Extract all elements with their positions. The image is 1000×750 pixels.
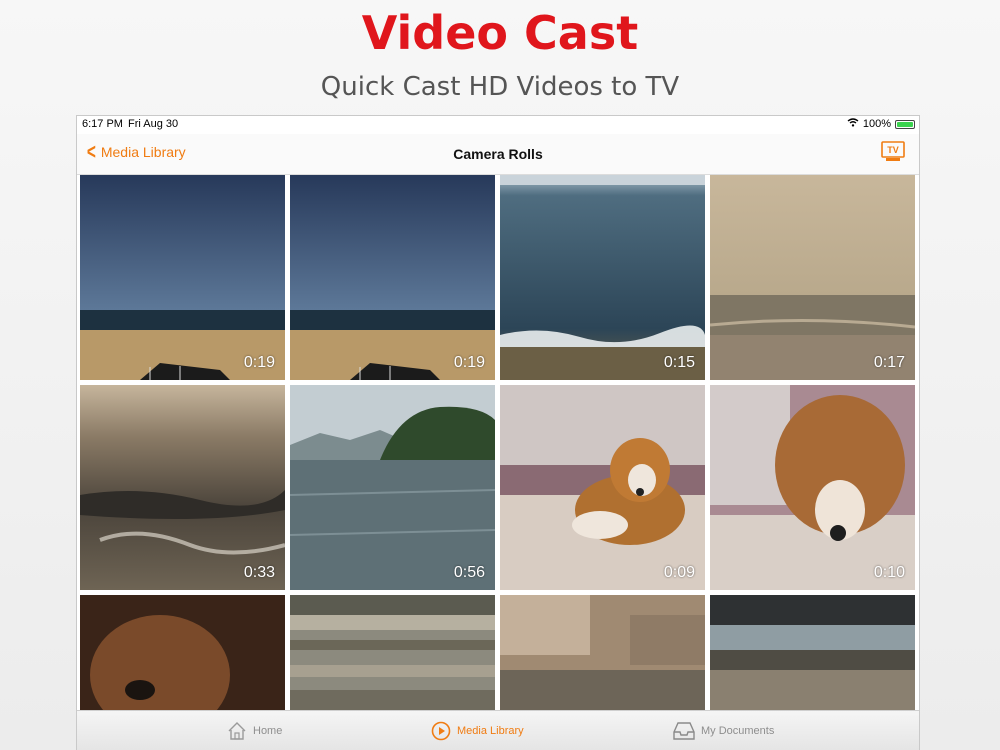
status-right: 100% (847, 118, 915, 130)
home-icon (228, 722, 246, 740)
battery-icon (895, 119, 915, 129)
video-thumbnail[interactable]: 0:33 (80, 385, 285, 590)
wifi-icon (847, 118, 859, 130)
play-circle-icon (431, 721, 451, 741)
navigation-bar: < Media Library Camera Rolls TV (77, 134, 919, 175)
video-duration: 0:56 (453, 564, 485, 581)
video-duration: 0:15 (663, 354, 695, 371)
video-duration: 0:09 (663, 564, 695, 581)
cast-tv-button[interactable]: TV (881, 141, 905, 162)
tv-icon-label: TV (887, 145, 899, 155)
beach-thumbnail-image (290, 175, 495, 380)
video-thumbnail[interactable]: 0:09 (500, 385, 705, 590)
device-screen: 6:17 PM Fri Aug 30 100% < Media Library … (76, 115, 920, 750)
video-thumbnail[interactable]: 0:17 (710, 175, 915, 380)
video-thumbnail[interactable]: 0:56 (290, 385, 495, 590)
status-date: Fri Aug 30 (128, 118, 179, 130)
video-thumbnail[interactable]: 0:19 (290, 175, 495, 380)
video-duration: 0:17 (873, 354, 905, 371)
lake-thumbnail-image (290, 385, 495, 590)
sunset-waves-thumbnail-image (80, 385, 285, 590)
video-thumbnail[interactable] (290, 595, 495, 710)
page-title: Camera Rolls (453, 146, 543, 162)
video-thumbnail[interactable] (80, 595, 285, 710)
tab-my-documents-label: My Documents (701, 725, 775, 737)
video-thumbnail[interactable]: 0:10 (710, 385, 915, 590)
dog-thumbnail-image (500, 385, 705, 590)
promo-subtitle: Quick Cast HD Videos to TV (320, 72, 680, 102)
video-duration: 0:33 (243, 564, 275, 581)
excavation-hall-thumbnail-image (710, 595, 915, 710)
status-time: 6:17 PM (82, 118, 123, 130)
video-thumbnail[interactable] (500, 595, 705, 710)
video-thumbnail[interactable] (710, 595, 915, 710)
tab-media-library[interactable]: Media Library (431, 721, 524, 741)
hazy-beach-thumbnail-image (710, 175, 915, 380)
beach-thumbnail-image (80, 175, 285, 380)
video-duration: 0:19 (453, 354, 485, 371)
tv-icon: TV (881, 141, 905, 161)
tab-home-label: Home (253, 725, 283, 737)
video-thumbnail[interactable]: 0:19 (80, 175, 285, 380)
dog-closeup-thumbnail-image (710, 385, 915, 590)
status-bar: 6:17 PM Fri Aug 30 100% (77, 116, 919, 134)
battery-percent: 100% (862, 118, 891, 130)
video-thumbnail[interactable]: 0:15 (500, 175, 705, 380)
dark-dog-thumbnail-image (80, 595, 285, 710)
sea-waves-thumbnail-image (500, 175, 705, 380)
promo-title: Video Cast (361, 6, 639, 60)
video-duration: 0:10 (873, 564, 905, 581)
tab-media-library-label: Media Library (457, 725, 524, 737)
tab-home[interactable]: Home (227, 721, 282, 741)
terracotta-warriors-thumbnail-image (500, 595, 705, 710)
tab-bar: Home Media Library My Documents (77, 710, 919, 750)
video-duration: 0:19 (243, 354, 275, 371)
inbox-tray-icon (673, 722, 695, 740)
tab-my-documents[interactable]: My Documents (673, 721, 774, 741)
terracotta-army-thumbnail-image (290, 595, 495, 710)
